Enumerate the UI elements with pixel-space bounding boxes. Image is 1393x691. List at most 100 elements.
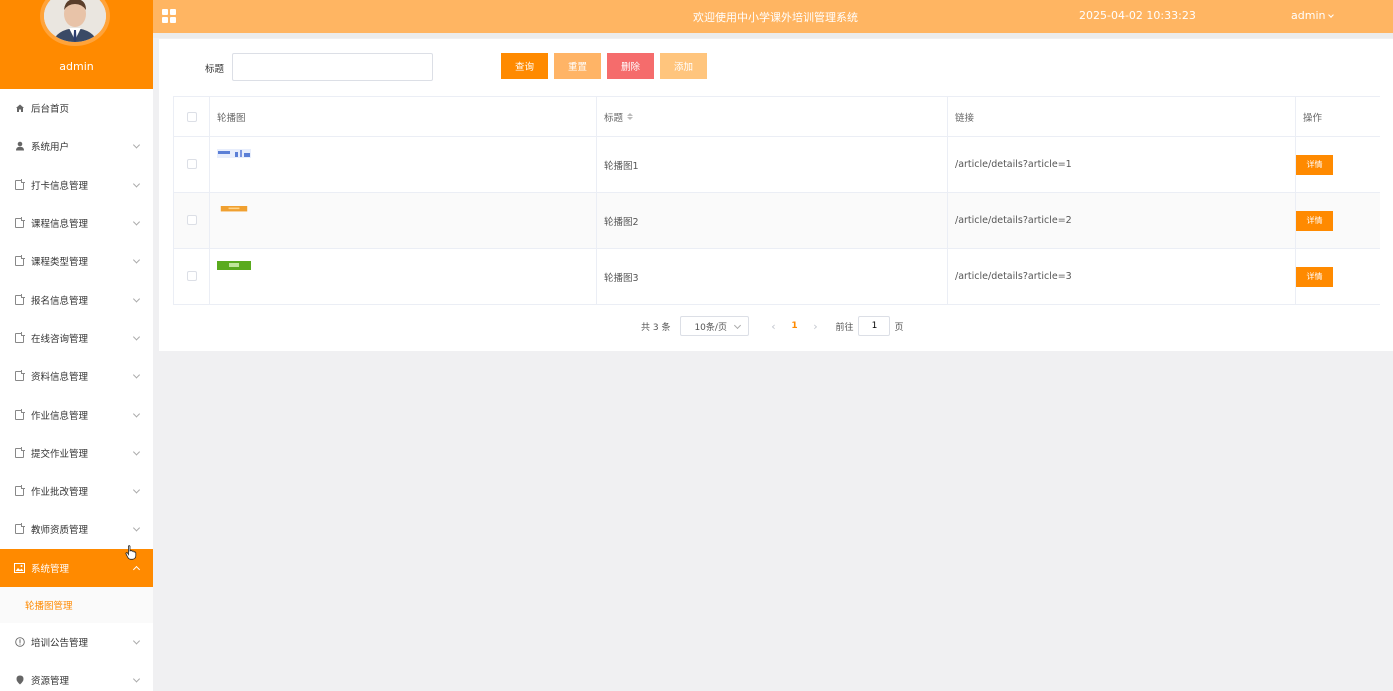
- search-label: 标题: [205, 64, 225, 75]
- select-all-checkbox[interactable]: [186, 111, 197, 122]
- delete-button[interactable]: 删除: [607, 53, 654, 79]
- sidebar-item-checkin[interactable]: 打卡信息管理: [0, 166, 153, 204]
- home-icon: [14, 103, 25, 114]
- chevron-up-icon: [132, 565, 141, 573]
- sidebar-item-label: 培训公告管理: [31, 638, 89, 649]
- current-datetime: 2025-04-02 10:33:23: [1079, 9, 1196, 22]
- sidebar-item-label: 课程类型管理: [31, 257, 89, 269]
- info-icon: [14, 637, 25, 648]
- row-checkbox-cell: [173, 193, 210, 248]
- pagination-total: 共 3 条: [641, 322, 671, 333]
- chevron-down-icon: [132, 141, 141, 149]
- sidebar-item-course-info[interactable]: 课程信息管理: [0, 204, 153, 242]
- column-header-title-label: 标题: [604, 112, 624, 124]
- row-link: /article/details?article=2: [948, 193, 1296, 248]
- carousel-image-cell: [210, 193, 597, 248]
- chevron-down-icon: [132, 180, 141, 188]
- document-icon: [14, 485, 25, 497]
- profile-header: admin: [0, 0, 153, 89]
- chevron-down-icon: [132, 218, 141, 226]
- page-number[interactable]: 1: [783, 321, 805, 331]
- user-icon: [14, 141, 25, 152]
- topbar-divider: [153, 33, 1393, 38]
- table-row: 轮播图2 /article/details?article=2 详情: [173, 193, 1380, 249]
- sidebar-item-label: 系统用户: [31, 142, 70, 154]
- sidebar-item-course-type[interactable]: 课程类型管理: [0, 242, 153, 280]
- reset-button[interactable]: 重置: [554, 53, 601, 79]
- sidebar: admin 后台首页 系统用户 打卡信息管理 课程信息管理 课程类型管理 报名信…: [0, 0, 153, 691]
- sort-icon[interactable]: [627, 113, 634, 120]
- main-panel: 标题 查询 重置 删除 添加 轮播图 标题 链接 操作 轮播图1 /articl…: [159, 39, 1393, 351]
- query-button[interactable]: 查询: [501, 53, 548, 79]
- hand-cursor-icon: [125, 545, 137, 560]
- goto-label: 前往: [835, 322, 854, 333]
- sidebar-item-materials[interactable]: 资料信息管理: [0, 357, 153, 395]
- row-checkbox[interactable]: [186, 159, 197, 169]
- prev-page-icon[interactable]: ‹: [763, 320, 783, 333]
- goto-page-input[interactable]: [858, 316, 891, 336]
- goto-unit: 页: [894, 322, 904, 333]
- sidebar-item-grading[interactable]: 作业批改管理: [0, 472, 153, 510]
- document-icon: [14, 331, 25, 343]
- row-actions: 详情: [1296, 249, 1380, 304]
- sidebar-item-label: 资料信息管理: [31, 372, 89, 384]
- sidebar-item-system-users[interactable]: 系统用户: [0, 127, 153, 165]
- column-header-title[interactable]: 标题: [597, 97, 948, 136]
- system-title: 欢迎使用中小学课外培训管理系统: [693, 11, 858, 24]
- carousel-table: 轮播图 标题 链接 操作 轮播图1 /article/details?artic: [173, 96, 1380, 305]
- sidebar-item-homework[interactable]: 作业信息管理: [0, 395, 153, 433]
- detail-button[interactable]: 详情: [1296, 266, 1333, 287]
- carousel-thumbnail: [217, 261, 251, 270]
- carousel-thumbnail: [220, 206, 248, 212]
- sidebar-item-submit-homework[interactable]: 提交作业管理: [0, 434, 153, 472]
- user-dropdown[interactable]: admin: [1291, 9, 1333, 22]
- chevron-down-icon: [132, 675, 141, 683]
- profile-username: admin: [59, 60, 94, 73]
- header-checkbox-cell: [173, 97, 210, 136]
- title-search-input[interactable]: [232, 53, 433, 81]
- table-header: 轮播图 标题 链接 操作: [173, 97, 1380, 137]
- carousel-image-cell: [210, 249, 597, 304]
- avatar: [40, 0, 110, 46]
- chevron-down-icon: [132, 295, 141, 303]
- sidebar-item-label: 打卡信息管理: [31, 180, 89, 192]
- next-page-icon[interactable]: ›: [805, 320, 825, 333]
- chevron-down-icon: [132, 409, 141, 418]
- sidebar-item-label: 报名信息管理: [31, 295, 89, 307]
- sidebar-subitem-carousel[interactable]: 轮播图管理: [0, 586, 153, 623]
- row-actions: 详情: [1296, 193, 1380, 248]
- sidebar-item-consultation[interactable]: 在线咨询管理: [0, 319, 153, 357]
- top-bar: 欢迎使用中小学课外培训管理系统 2025-04-02 10:33:23 admi…: [153, 0, 1393, 33]
- sidebar-item-enrollment[interactable]: 报名信息管理: [0, 280, 153, 318]
- row-checkbox-cell: [173, 137, 210, 192]
- chevron-down-icon: [132, 256, 141, 264]
- row-link: /article/details?article=1: [948, 137, 1296, 192]
- sidebar-item-home[interactable]: 后台首页: [0, 89, 153, 127]
- sidebar-item-announcements[interactable]: 培训公告管理: [0, 623, 153, 661]
- document-icon: [14, 178, 25, 190]
- row-checkbox[interactable]: [186, 271, 197, 281]
- detail-button[interactable]: 详情: [1296, 210, 1333, 231]
- detail-button[interactable]: 详情: [1296, 154, 1333, 175]
- sidebar-item-teacher-qualification[interactable]: 教师资质管理: [0, 510, 153, 548]
- sidebar-item-label: 在线咨询管理: [31, 333, 89, 345]
- carousel-image-cell: [210, 137, 597, 192]
- sidebar-item-label: 系统管理: [31, 563, 70, 575]
- sidebar-item-label: 课程信息管理: [31, 219, 89, 231]
- document-icon: [14, 255, 25, 267]
- document-icon: [14, 523, 25, 535]
- column-header-link: 链接: [948, 97, 1296, 136]
- page-size-select[interactable]: 10条/页: [680, 316, 750, 336]
- table-row: 轮播图3 /article/details?article=3 详情: [173, 249, 1380, 305]
- sidebar-item-label: 教师资质管理: [31, 525, 89, 537]
- add-button[interactable]: 添加: [660, 53, 707, 79]
- row-link: /article/details?article=3: [948, 249, 1296, 304]
- sidebar-item-label: 后台首页: [31, 104, 70, 116]
- menu-toggle-icon[interactable]: [162, 9, 177, 24]
- chevron-down-icon: [132, 637, 141, 645]
- sidebar-item-resources[interactable]: 资源管理: [0, 661, 153, 691]
- location-icon: [14, 675, 25, 686]
- row-checkbox[interactable]: [186, 215, 197, 225]
- document-icon: [14, 217, 25, 229]
- sidebar-item-label: 作业信息管理: [31, 410, 89, 422]
